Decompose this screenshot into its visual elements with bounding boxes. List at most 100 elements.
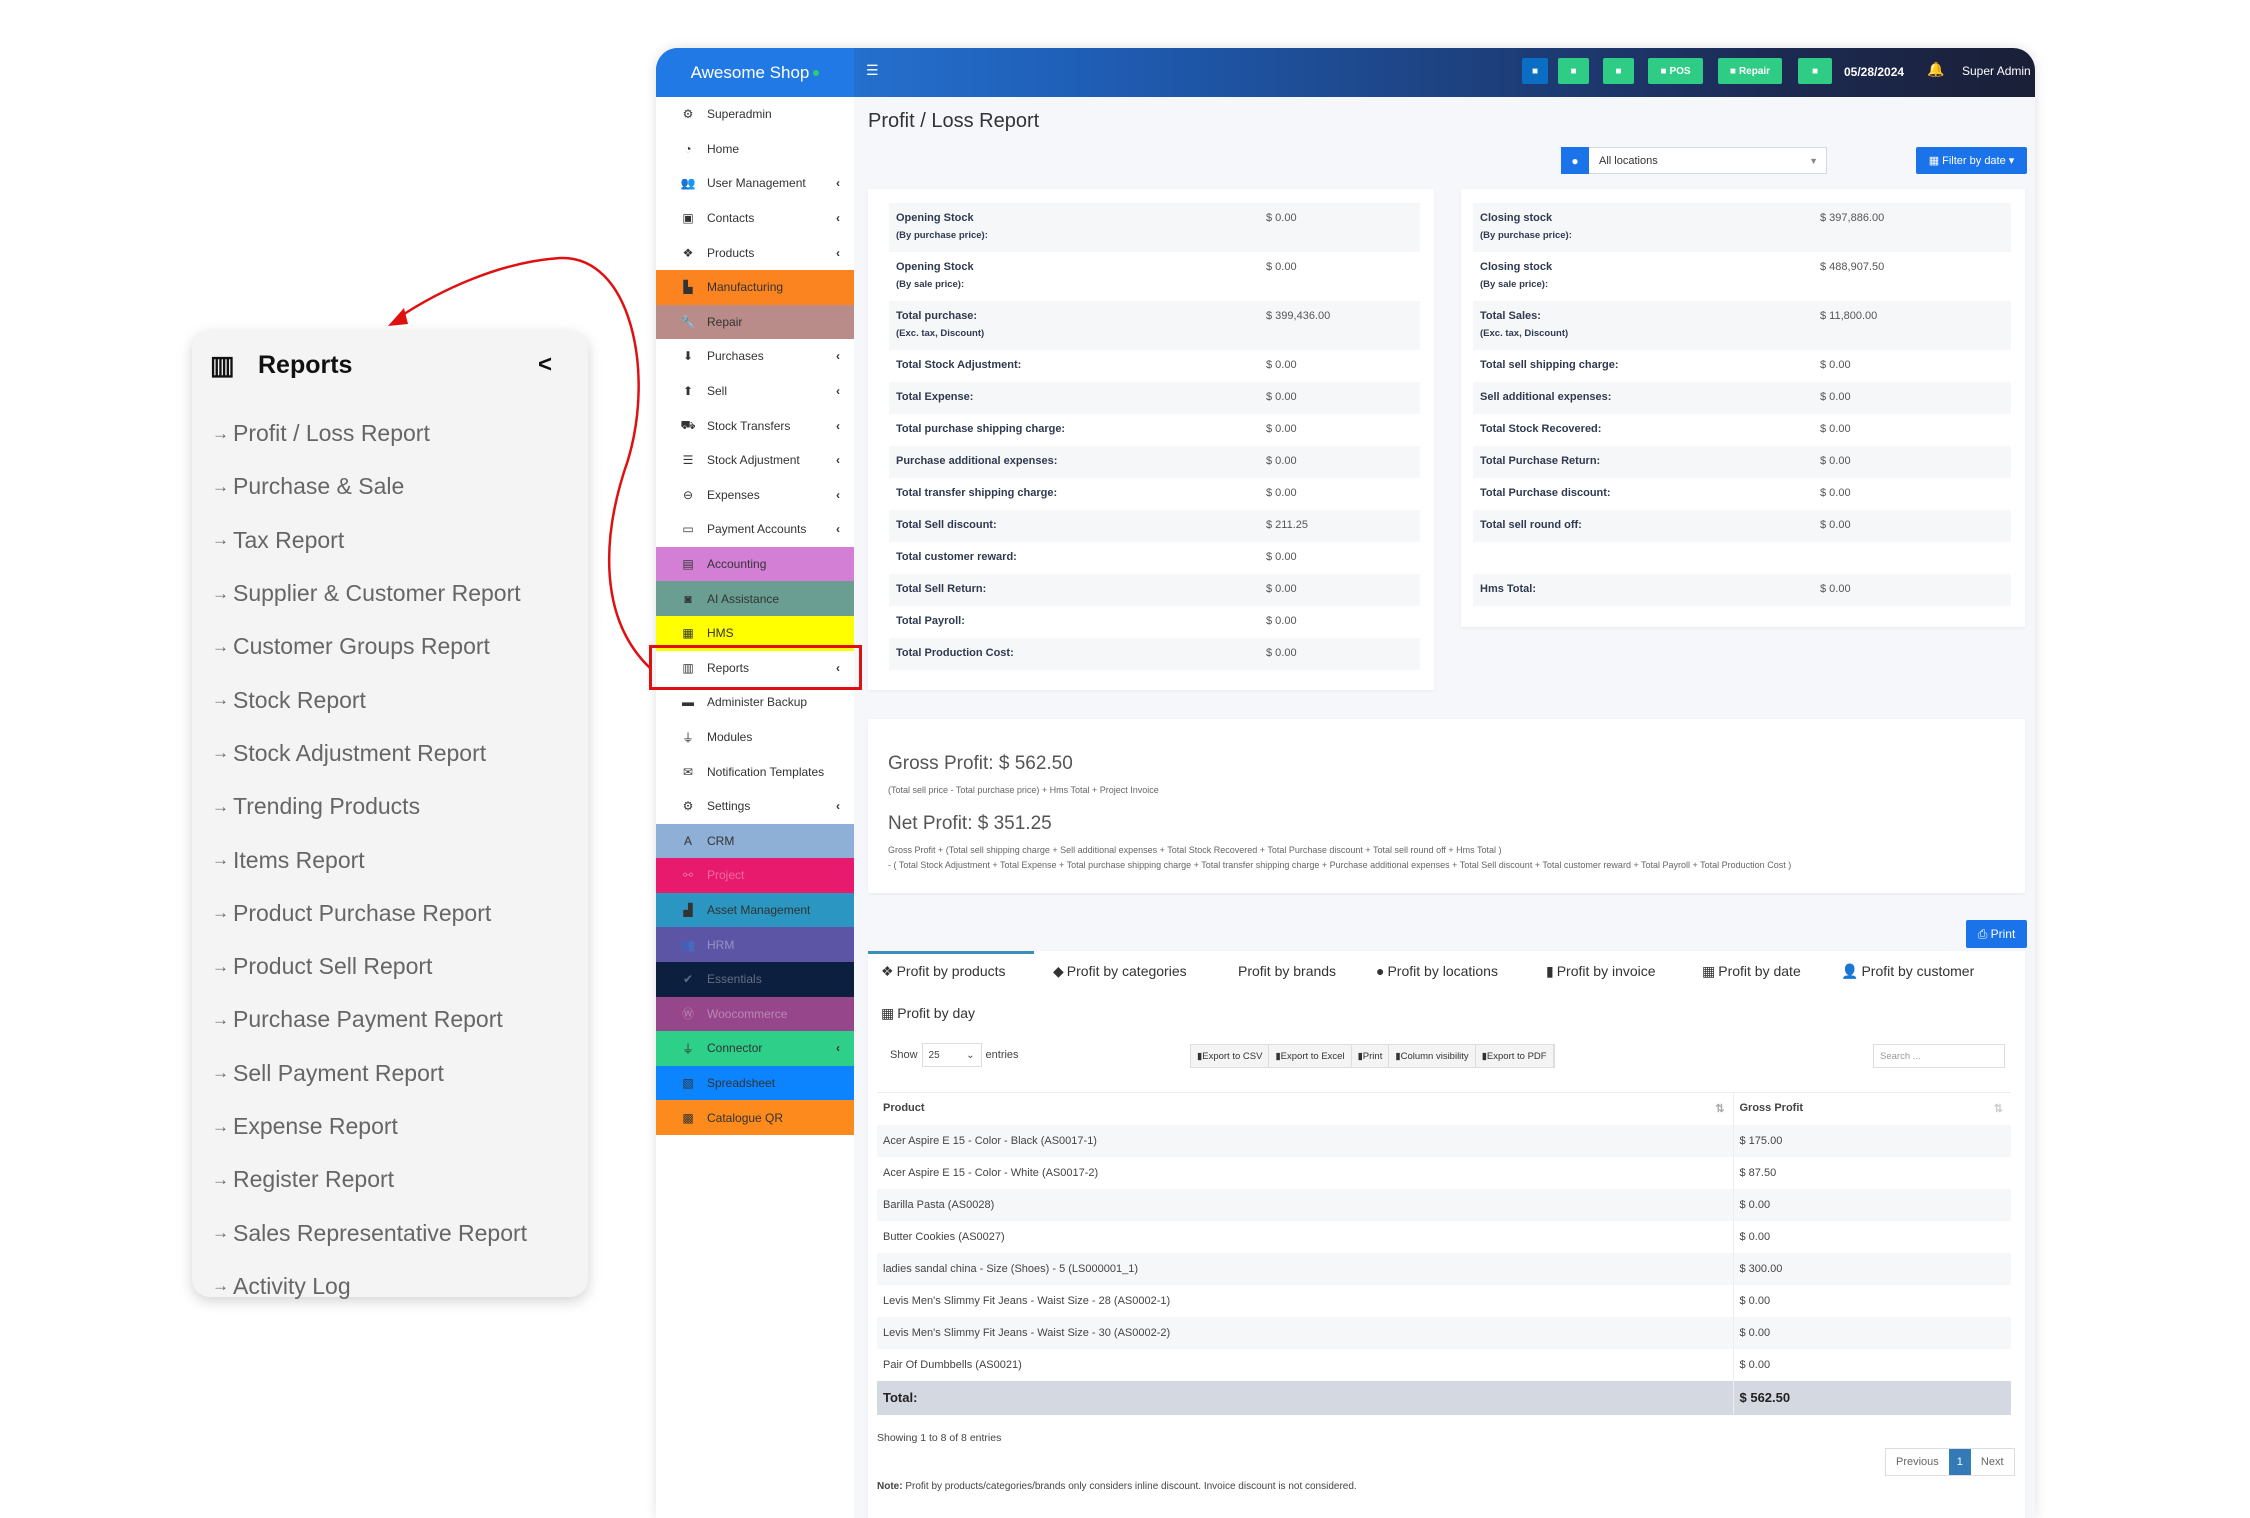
summary-row-sell-additional-expenses: Sell additional expenses: $ 0.00 [1473,382,2011,414]
sidebar-item-project[interactable]: ⚯ Project [656,858,854,893]
reports-menu-item-customer-groups-report[interactable]: → Customer Groups Report [212,620,527,673]
reports-menu-item-sales-representative-report[interactable]: → Sales Representative Report [212,1206,527,1259]
reports-menu-item-product-purchase-report[interactable]: → Product Purchase Report [212,887,527,940]
sidebar-item-expenses[interactable]: ⊖ Expenses ‹ [656,478,854,513]
sidebar-item-contacts[interactable]: ▣ Contacts ‹ [656,201,854,236]
sidebar-item-label: Sell [707,384,728,399]
sidebar-item-manufacturing[interactable]: ▙ Manufacturing [656,270,854,305]
sidebar-item-woocommerce[interactable]: Ⓦ Woocommerce [656,996,854,1032]
sidebar-item-stock-adjustment[interactable]: ☰ Stock Adjustment ‹ [656,443,854,478]
reports-menu-item-stock-adjustment-report[interactable]: → Stock Adjustment Report [212,727,527,780]
sidebar-item-home[interactable]: ◔ Home [656,132,854,167]
print-button[interactable]: ▮ Print [1352,1045,1390,1067]
product-cell: Butter Cookies (AS0027) [883,1230,1005,1243]
print-button[interactable]: ⎙ Print [1966,920,2027,948]
sidebar-item-notification-templates[interactable]: ✉ Notification Templates [656,754,854,789]
sidebar-item-repair[interactable]: 🔧 Repair [656,304,854,340]
sidebar-item-label: Purchases [707,349,764,364]
wordpress-icon: Ⓦ [681,1007,694,1022]
product-cell: Levis Men's Slimmy Fit Jeans - Waist Siz… [883,1294,1171,1307]
tags-icon: ◆ [1053,963,1064,979]
brand-logo[interactable]: Awesome Shop [656,48,854,97]
export-to-pdf-button[interactable]: ▮ Export to PDF [1476,1045,1554,1067]
tab-profit-by-day[interactable]: ▦ Profit by day [881,1005,975,1022]
header-button-plus-circle[interactable]: ■ [1558,58,1589,84]
header-button-wrench[interactable]: ■ Repair [1718,58,1782,84]
chevron-left-icon: ‹ [836,211,840,226]
summary-label-text: Total Stock Recovered: [1480,423,1602,435]
reports-menu-item-stock-report[interactable]: → Stock Report [212,673,527,726]
header-button-money[interactable]: ■ [1798,58,1832,84]
tab-profit-by-products[interactable]: ❖ Profit by products [881,963,1006,980]
sidebar-item-hrm[interactable]: 👥 HRM [656,927,854,962]
sidebar-item-administer-backup[interactable]: ▬ Administer Backup [656,685,854,720]
tab-profit-by-customer[interactable]: 👤 Profit by customer [1841,963,1974,980]
filter-by-date-button[interactable]: ▦ Filter by date ▾ [1916,147,2027,174]
sidebar-item-spreadsheet[interactable]: ▧ Spreadsheet [656,1065,854,1101]
tab-profit-by-brands[interactable]: Profit by brands [1238,963,1336,979]
note-text: Profit by products/categories/brands onl… [902,1481,1357,1492]
reports-menu-item-profit-loss-report[interactable]: → Profit / Loss Report [212,407,527,460]
reports-menu-item-register-report[interactable]: → Register Report [212,1153,527,1206]
header-button-download[interactable]: ■ [1522,58,1548,84]
sidebar-item-superadmin[interactable]: ⚙ Superadmin [656,97,854,132]
sidebar-item-products[interactable]: ❖ Products ‹ [656,235,854,270]
sidebar-item-asset-management[interactable]: ▟ Asset Management [656,892,854,928]
reports-menu-item-expense-report[interactable]: → Expense Report [212,1100,527,1153]
column-header-gross-profit[interactable]: Gross Profit ⇅ [1732,1092,2011,1125]
summary-row-total-transfer-shipping-charge: Total transfer shipping charge: $ 0.00 [889,478,1420,510]
column-visibility-button[interactable]: ▮ Column visibility [1389,1045,1476,1067]
tab-profit-by-locations[interactable]: ● Profit by locations [1376,963,1498,979]
export-to-csv-button[interactable]: ▮ Export to CSV [1191,1045,1270,1067]
reports-menu-item-trending-products[interactable]: → Trending Products [212,780,527,833]
sidebar-item-crm[interactable]: A CRM [656,823,854,859]
reports-menu-item-purchase-sale[interactable]: → Purchase & Sale [212,460,527,513]
column-header-product[interactable]: Product ⇅ [877,1092,1733,1125]
reports-menu-item-product-sell-report[interactable]: → Product Sell Report [212,940,527,993]
table-search-input[interactable]: Search ... [1873,1044,2005,1068]
reports-menu-item-sell-payment-report[interactable]: → Sell Payment Report [212,1047,527,1100]
sidebar-item-modules[interactable]: ⏚ Modules [656,720,854,755]
gross-profit: Gross Profit: $ 562.50 [888,753,1073,774]
export-to-excel-button[interactable]: ▮ Export to Excel [1269,1045,1352,1067]
tab-profit-by-date[interactable]: ▦ Profit by date [1702,963,1801,980]
sidebar-item-connector[interactable]: ⏚ Connector ‹ [656,1031,854,1066]
sidebar-item-stock-transfers[interactable]: ⛟ Stock Transfers ‹ [656,408,854,443]
users-icon: 👥 [680,176,696,191]
entries-select[interactable]: 25 ⌄ [921,1043,982,1067]
sidebar-item-essentials[interactable]: ✔ Essentials [656,962,854,997]
user-menu[interactable]: Super Admin [1962,64,2031,78]
location-select[interactable]: ● All locations ▼ [1561,147,1827,174]
reports-menu-item-tax-report[interactable]: → Tax Report [212,514,527,567]
sidebar-item-payment-accounts[interactable]: ▭ Payment Accounts ‹ [656,512,854,547]
reports-menu-item-activity-log[interactable]: → Activity Log [212,1260,527,1313]
sidebar-item-user-management[interactable]: 👥 User Management ‹ [656,166,854,201]
sidebar-item-ai-assistance[interactable]: ◙ AI Assistance [656,581,854,616]
sidebar-item-purchases[interactable]: ⬇ Purchases ‹ [656,339,854,374]
tab-label: Profit by day [897,1005,976,1021]
pagination-next[interactable]: Next [1971,1449,2014,1475]
summary-value: $ 0.00 [1820,423,1851,435]
sidebar-item-accounting[interactable]: ▤ Accounting [656,546,854,582]
sidebar-item-label: Payment Accounts [707,522,807,537]
reports-submenu-header[interactable]: ▥ Reports < [210,345,570,385]
sidebar-item-settings[interactable]: ⚙ Settings ‹ [656,789,854,824]
sidebar-item-sell[interactable]: ⬆ Sell ‹ [656,374,854,409]
summary-value: $ 0.00 [1266,551,1297,563]
header-button-pos[interactable]: ■ POS [1648,58,1703,84]
tab-profit-by-invoice[interactable]: ▮ Profit by invoice [1546,963,1656,980]
reports-menu-item-purchase-payment-report[interactable]: → Purchase Payment Report [212,993,527,1046]
menu-toggle-icon[interactable]: ☰ [866,62,879,79]
money-check-icon: ▭ [682,522,694,537]
arrow-right-icon: → [212,850,229,870]
dashboard-icon: ◔ [684,141,692,156]
pagination-page-1[interactable]: 1 [1948,1449,1971,1475]
reports-menu-item-items-report[interactable]: → Items Report [212,833,527,886]
sidebar-item-label: Stock Adjustment [707,453,800,468]
header-button-calculator[interactable]: ■ [1603,58,1634,84]
bell-icon[interactable]: 🔔 [1927,61,1944,78]
tab-profit-by-categories[interactable]: ◆ Profit by categories [1053,963,1187,980]
sidebar-item-catalogue-qr[interactable]: ▩ Catalogue QR [656,1100,854,1135]
pagination-previous[interactable]: Previous [1886,1449,1949,1475]
reports-menu-item-supplier-customer-report[interactable]: → Supplier & Customer Report [212,567,527,620]
